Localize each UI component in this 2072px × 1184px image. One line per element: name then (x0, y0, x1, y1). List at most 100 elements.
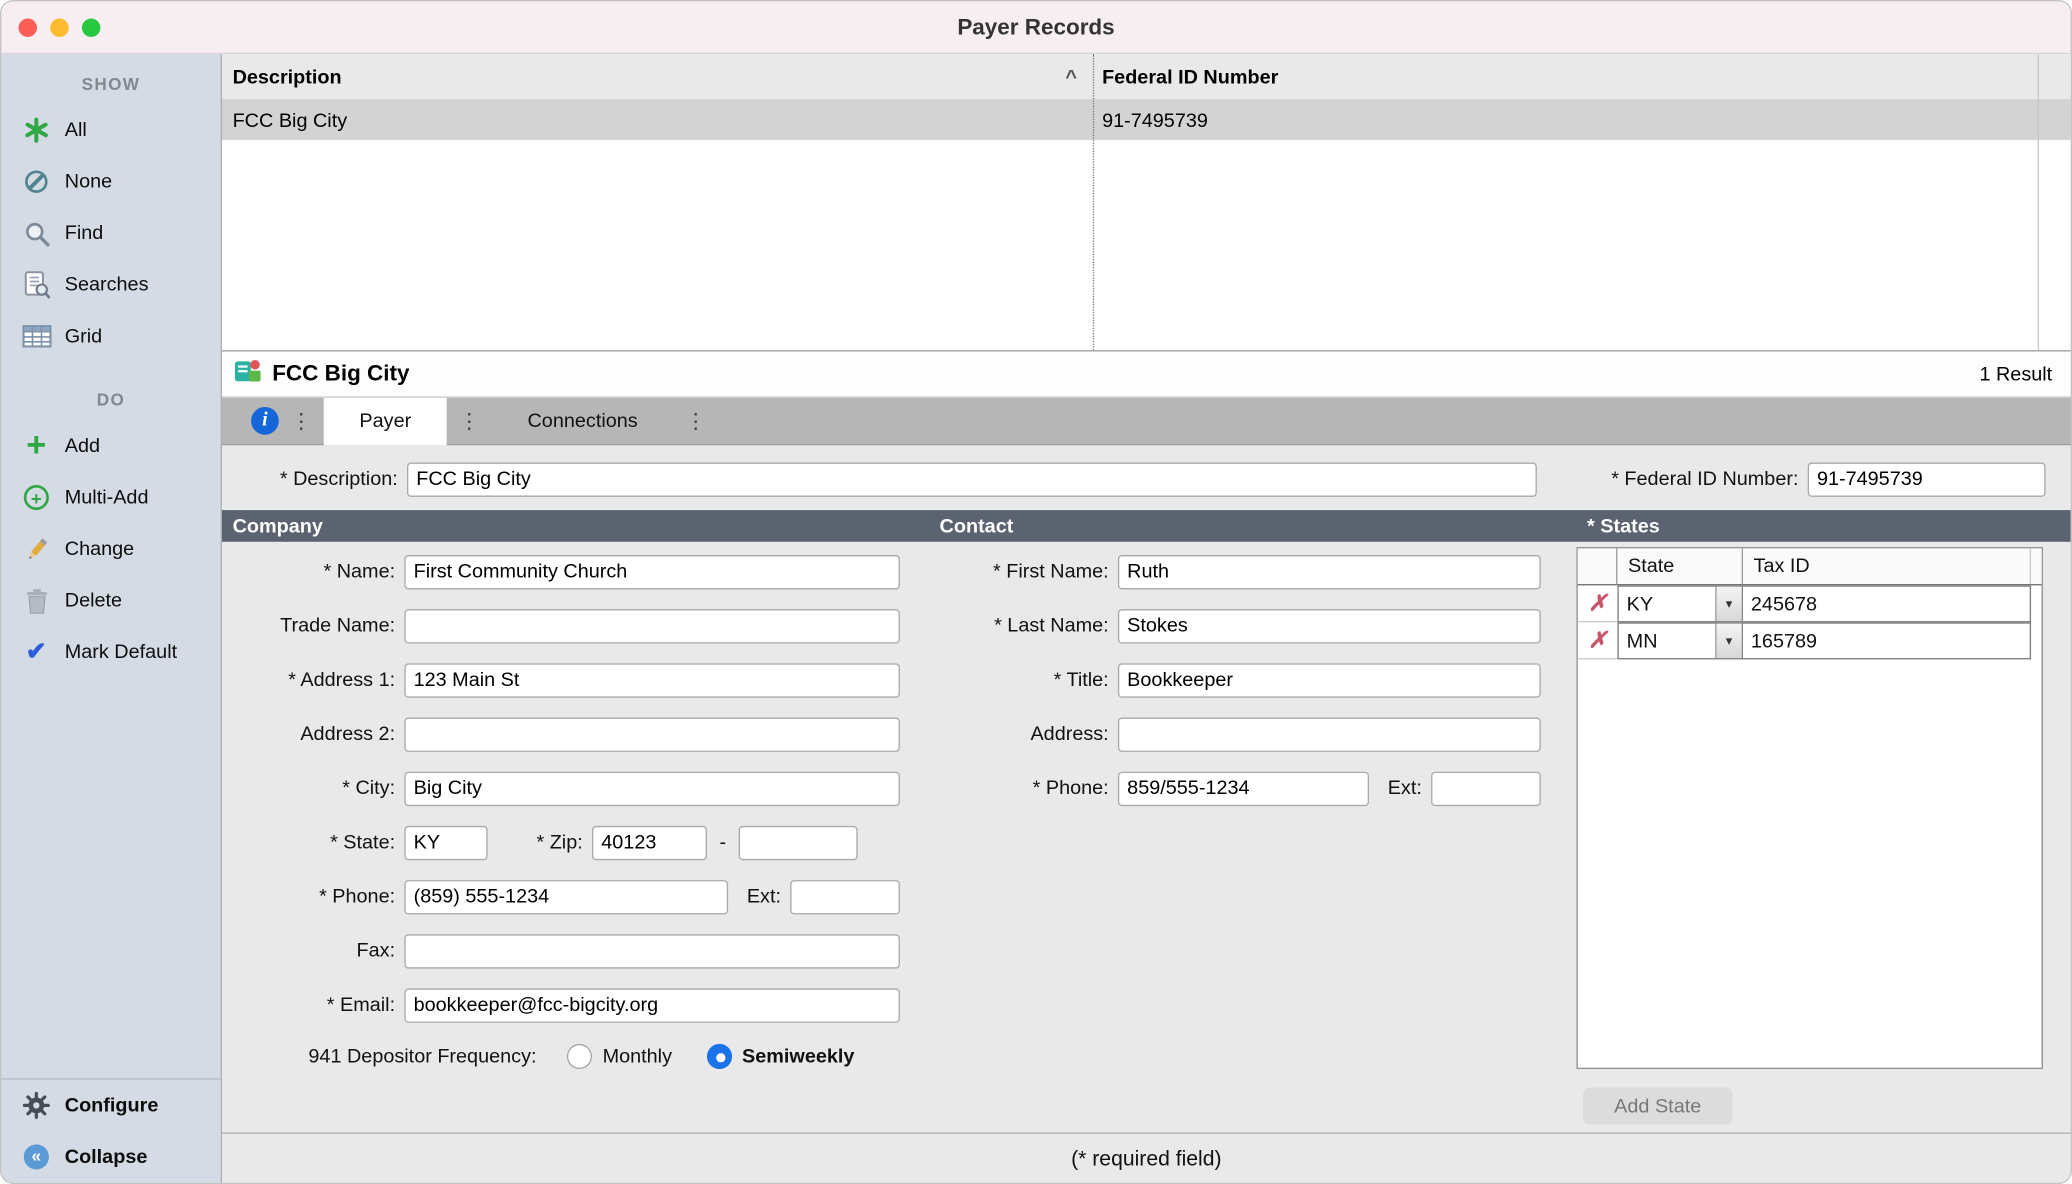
email-label: * Email: (326, 993, 396, 1017)
address1-field[interactable] (404, 662, 900, 698)
sidebar-item-find[interactable]: Find (1, 207, 220, 259)
city-label: * City: (342, 777, 396, 800)
state-label: * State: (330, 831, 396, 854)
ellipsis-icon[interactable]: ⋮ (459, 408, 480, 434)
contact-title-label: * Title: (1053, 668, 1109, 692)
pencil-icon (19, 532, 55, 566)
sidebar-item-multi-add[interactable]: + Multi-Add (1, 472, 220, 524)
state-select[interactable]: MN ▾ (1617, 622, 1743, 660)
cell-federal-id: 91-7495739 (1102, 109, 1208, 132)
states-table-header: State Tax ID (1577, 548, 2042, 586)
contact-title-field[interactable] (1117, 662, 1541, 698)
state-select-value: KY (1626, 592, 1654, 616)
info-icon[interactable]: i (251, 407, 279, 435)
collapse-circle-icon: « (19, 1140, 55, 1174)
sidebar-item-searches[interactable]: Searches (1, 259, 220, 311)
close-button[interactable] (18, 18, 37, 37)
sidebar-item-configure[interactable]: Configure (1, 1080, 220, 1132)
company-name-label: * Name: (323, 560, 396, 583)
sort-ascending-icon: ^ (1065, 65, 1077, 88)
trade-name-field[interactable] (404, 608, 900, 643)
radio-semiweekly[interactable] (706, 1043, 732, 1070)
company-name-field[interactable] (404, 554, 900, 589)
sidebar-item-label: All (64, 118, 87, 142)
zip-field[interactable] (592, 825, 707, 860)
fax-field[interactable] (404, 933, 900, 968)
add-state-button[interactable]: Add State (1583, 1087, 1733, 1125)
sidebar-show-header: SHOW (81, 73, 141, 94)
depositor-frequency-label: 941 Depositor Frequency: (308, 1045, 537, 1068)
table-row-empty (222, 299, 2071, 339)
company-section-title: Company (232, 514, 323, 538)
ellipsis-icon[interactable]: ⋮ (685, 408, 706, 434)
table-row-empty (222, 140, 2071, 180)
states-delete-column (1578, 548, 1618, 585)
sidebar-item-delete[interactable]: Delete (1, 575, 220, 627)
table-row-empty (222, 219, 2071, 259)
email-field[interactable] (404, 987, 900, 1023)
sidebar-item-all[interactable]: All (1, 104, 220, 156)
sidebar-item-mark-default[interactable]: ✔ Mark Default (1, 626, 220, 678)
contact-ext-field[interactable] (1431, 771, 1541, 806)
description-field[interactable] (407, 461, 1537, 497)
state-select-value: MN (1626, 629, 1658, 653)
sidebar-item-grid[interactable]: Grid (1, 311, 220, 363)
zip-label: * Zip: (536, 831, 583, 854)
address2-label: Address 2: (300, 722, 396, 746)
sidebar-item-label: Mark Default (64, 640, 178, 664)
contact-address-field[interactable] (1117, 716, 1541, 752)
sidebar-item-none[interactable]: None (1, 156, 220, 208)
state-row: ✗ MN ▾ 165789 (1577, 622, 2042, 660)
chevron-down-icon[interactable]: ▾ (1715, 623, 1742, 659)
zoom-button[interactable] (81, 18, 101, 37)
states-state-column-header[interactable]: State (1617, 548, 1743, 585)
chevron-down-icon[interactable]: ▾ (1715, 586, 1742, 622)
last-name-field[interactable] (1117, 608, 1541, 643)
trade-name-label: Trade Name: (280, 614, 396, 637)
states-section-title: * States (1587, 514, 1660, 538)
states-table: State Tax ID ✗ KY ▾ 245678 ✗ MN ▾ 165789 (1576, 547, 2043, 1070)
delete-state-icon[interactable]: ✗ (1588, 590, 1607, 616)
circle-plus-icon: + (19, 480, 55, 514)
payer-records-window: Payer Records SHOW All None Find Searche… (0, 0, 2072, 1184)
list-scrollbar[interactable] (2037, 54, 2071, 351)
ellipsis-icon[interactable]: ⋮ (291, 408, 312, 434)
description-label: * Description: (279, 467, 398, 491)
column-header-description[interactable]: Description ^ (222, 54, 1093, 99)
delete-state-icon[interactable]: ✗ (1588, 627, 1607, 653)
contact-phone-field[interactable] (1117, 771, 1369, 806)
cell-description: FCC Big City (232, 109, 348, 132)
state-select[interactable]: KY ▾ (1617, 585, 1743, 623)
federal-id-field[interactable] (1807, 461, 2046, 497)
states-scroll-strip (2031, 548, 2042, 584)
tax-id-field[interactable]: 245678 (1742, 585, 2032, 623)
column-header-federal-id[interactable]: Federal ID Number (1093, 65, 2071, 87)
tab-connections[interactable]: Connections (492, 397, 674, 445)
sidebar-item-change[interactable]: Change (1, 523, 220, 575)
saved-searches-icon (19, 268, 55, 302)
company-phone-field[interactable] (404, 879, 729, 914)
first-name-field[interactable] (1117, 554, 1541, 589)
radio-monthly[interactable] (566, 1043, 592, 1070)
result-count: 1 Result (1979, 362, 2053, 386)
company-ext-field[interactable] (790, 879, 900, 914)
payer-form: * Description: * Federal ID Number: Comp… (222, 445, 2071, 1133)
contact-address-label: Address: (1030, 722, 1109, 746)
trash-icon (19, 583, 55, 617)
zip-plus4-field[interactable] (738, 825, 858, 860)
none-circle-icon (19, 165, 55, 199)
sidebar-item-add[interactable]: + Add (1, 420, 220, 472)
city-field[interactable] (404, 771, 900, 806)
gear-icon (19, 1088, 55, 1122)
tax-id-field[interactable]: 165789 (1742, 622, 2032, 660)
tab-payer[interactable]: Payer (323, 397, 447, 445)
address2-field[interactable] (404, 716, 900, 752)
minimize-button[interactable] (50, 18, 69, 37)
sidebar-item-collapse[interactable]: « Collapse (1, 1131, 220, 1183)
fax-label: Fax: (356, 939, 396, 962)
table-row[interactable]: FCC Big City 91-7495739 (222, 100, 2071, 141)
records-list: Description ^ Federal ID Number FCC Big … (222, 54, 2071, 352)
state-field[interactable] (404, 825, 488, 860)
column-label: Description (232, 65, 342, 88)
states-taxid-column-header[interactable]: Tax ID (1743, 548, 2032, 585)
